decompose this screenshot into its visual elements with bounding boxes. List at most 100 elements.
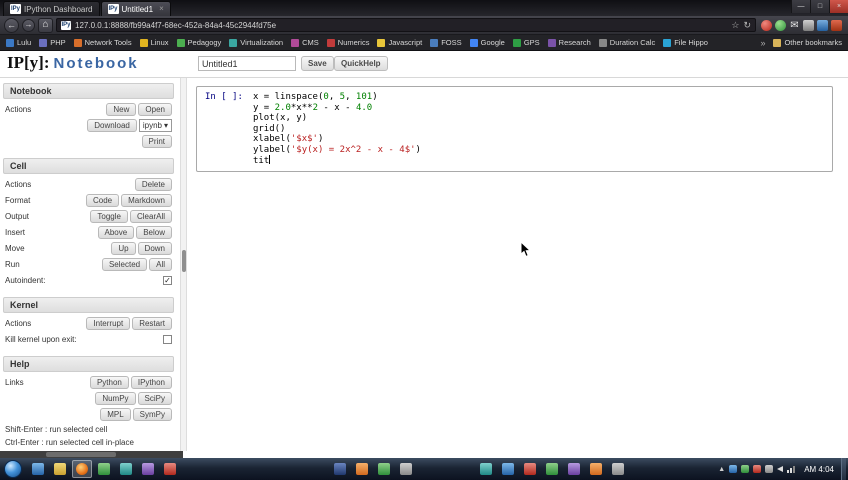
bookmark-item[interactable]: Research (547, 38, 591, 47)
taskbar-app-icon[interactable] (94, 460, 114, 478)
taskbar-app-icon[interactable] (116, 460, 136, 478)
sympy-link-button[interactable]: SymPy (132, 408, 172, 421)
section-header-notebook[interactable]: Notebook (3, 83, 174, 99)
section-header-help[interactable]: Help (3, 356, 174, 372)
quickhelp-button[interactable]: QuickHelp (334, 56, 388, 71)
network-icon[interactable] (787, 465, 796, 473)
kill-kernel-checkbox[interactable] (163, 335, 172, 344)
bookmark-item[interactable]: Virtualization (229, 38, 283, 47)
insert-below-button[interactable]: Below (136, 226, 172, 239)
bookmark-item[interactable]: GPS (512, 38, 540, 47)
scrollbar-thumb[interactable] (46, 452, 116, 457)
format-code-button[interactable]: Code (85, 194, 120, 207)
taskbar-app-icon[interactable] (330, 460, 350, 478)
bookmark-item[interactable]: Pedagogy (176, 38, 221, 47)
scrollbar-thumb[interactable] (182, 250, 186, 272)
code-cell[interactable]: In [ ]: x = linspace(0, 5, 101) y = 2.0*… (196, 86, 833, 172)
taskbar-app-icon[interactable] (520, 460, 540, 478)
bookmark-item[interactable]: PHP (39, 38, 66, 47)
taskbar-clock[interactable]: AM 4:04 (804, 465, 834, 474)
addon-green-icon[interactable] (775, 19, 786, 31)
bookmark-item[interactable]: FOSS (430, 38, 462, 47)
mpl-link-button[interactable]: MPL (100, 408, 131, 421)
addon-blue-icon[interactable] (817, 19, 828, 31)
python-link-button[interactable]: Python (89, 376, 129, 389)
taskbar-app-icon[interactable] (374, 460, 394, 478)
bookmark-item[interactable]: Linux (139, 38, 169, 47)
download-button[interactable]: Download (87, 119, 137, 132)
bookmarks-overflow-chevron-icon[interactable]: » (760, 38, 765, 48)
tray-app-icon[interactable] (741, 465, 750, 473)
format-markdown-button[interactable]: Markdown (121, 194, 172, 207)
taskbar-app-icon[interactable] (476, 460, 496, 478)
horizontal-scrollbar[interactable] (0, 451, 183, 458)
window-minimize-button[interactable]: — (791, 0, 810, 13)
bookmark-item[interactable]: CMS (291, 38, 319, 47)
interrupt-button[interactable]: Interrupt (86, 317, 131, 330)
sidebar-scrollbar[interactable] (180, 78, 187, 451)
run-all-button[interactable]: All (149, 258, 172, 271)
forward-button[interactable]: → (22, 18, 35, 32)
mail-icon[interactable]: ✉ (789, 20, 800, 31)
addon-gray-icon[interactable] (803, 19, 814, 31)
taskbar-firefox-icon[interactable] (72, 460, 92, 478)
taskbar-app-icon[interactable] (564, 460, 584, 478)
show-desktop-button[interactable] (841, 458, 846, 480)
taskbar-app-icon[interactable] (608, 460, 628, 478)
taskbar-app-icon[interactable] (352, 460, 372, 478)
bookmark-item[interactable]: Numerics (326, 38, 369, 47)
ipython-link-button[interactable]: IPython (130, 376, 172, 389)
taskbar-app-icon[interactable] (586, 460, 606, 478)
taskbar-app-icon[interactable] (498, 460, 518, 478)
window-maximize-button[interactable]: □ (810, 0, 829, 13)
taskbar-app-icon[interactable] (160, 460, 180, 478)
output-toggle-button[interactable]: Toggle (90, 210, 128, 223)
taskbar-app-icon[interactable] (28, 460, 48, 478)
move-down-button[interactable]: Down (137, 242, 172, 255)
numpy-link-button[interactable]: NumPy (95, 392, 136, 405)
delete-button[interactable]: Delete (134, 178, 172, 191)
tab-untitled1[interactable]: IPy Untitled1 × (100, 1, 171, 16)
addon-red-icon[interactable] (761, 19, 772, 31)
tab-close-icon[interactable]: × (159, 5, 164, 13)
bookmark-item[interactable]: Network Tools (73, 38, 132, 47)
bookmark-item[interactable]: Lulu (6, 38, 31, 47)
download-format-select[interactable]: ipynb ▾ (138, 119, 172, 132)
new-button[interactable]: New (106, 103, 137, 116)
bookmark-star-icon[interactable]: ☆ (731, 20, 739, 31)
run-selected-button[interactable]: Selected (101, 258, 148, 271)
volume-icon[interactable] (777, 466, 784, 472)
home-button[interactable]: ⌂ (38, 17, 53, 33)
taskbar-app-icon[interactable] (396, 460, 416, 478)
open-button[interactable]: Open (138, 103, 172, 116)
taskbar-app-icon[interactable] (50, 460, 70, 478)
other-bookmarks-button[interactable]: Other bookmarks (773, 38, 842, 47)
scipy-link-button[interactable]: SciPy (137, 392, 172, 405)
tray-app-icon[interactable] (765, 465, 774, 473)
addon-red2-icon[interactable] (831, 19, 842, 31)
section-header-kernel[interactable]: Kernel (3, 297, 174, 313)
bookmark-item[interactable]: Javascript (377, 38, 422, 47)
tab-ipython-dashboard[interactable]: IPy IPython Dashboard (3, 1, 100, 16)
reload-icon[interactable]: ↻ (743, 20, 751, 31)
notebook-name-input[interactable] (198, 56, 296, 71)
bookmark-item[interactable]: File Hippo (663, 38, 708, 47)
start-button[interactable] (4, 460, 22, 478)
print-button[interactable]: Print (141, 135, 172, 148)
save-button[interactable]: Save (301, 56, 334, 71)
bookmark-item[interactable]: Duration Calc (598, 38, 655, 47)
tray-app-icon[interactable] (753, 465, 762, 473)
back-button[interactable]: ← (4, 17, 19, 33)
taskbar-app-icon[interactable] (138, 460, 158, 478)
url-bar[interactable]: IPy 127.0.0.1:8888/fb99a4f7-68ec-452a-84… (56, 18, 756, 32)
move-up-button[interactable]: Up (111, 242, 136, 255)
output-clearall-button[interactable]: ClearAll (129, 210, 172, 223)
window-close-button[interactable]: × (829, 0, 848, 13)
insert-above-button[interactable]: Above (97, 226, 135, 239)
bookmark-item[interactable]: Google (469, 38, 505, 47)
taskbar-app-icon[interactable] (542, 460, 562, 478)
restart-button[interactable]: Restart (132, 317, 172, 330)
tray-app-icon[interactable] (729, 465, 738, 473)
section-header-cell[interactable]: Cell (3, 158, 174, 174)
autoindent-checkbox[interactable]: ✓ (163, 276, 172, 285)
